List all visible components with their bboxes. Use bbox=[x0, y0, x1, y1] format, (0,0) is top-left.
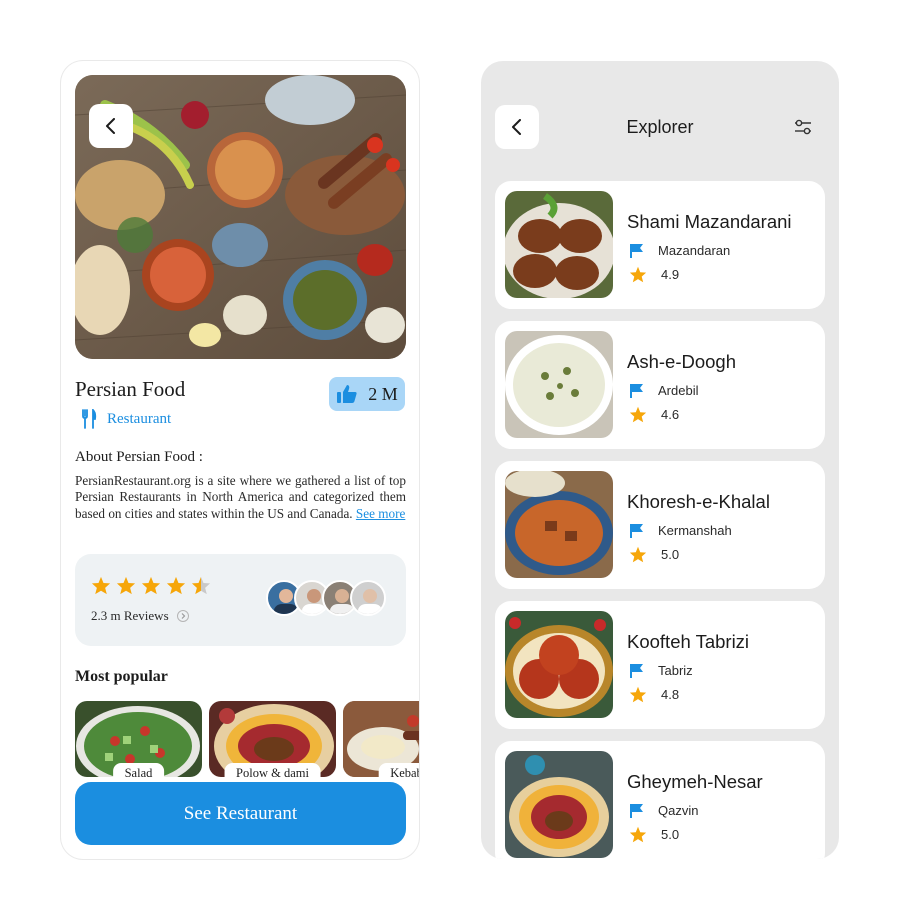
about-text: PersianRestaurant.org is a site where we… bbox=[75, 473, 406, 522]
filter-icon bbox=[795, 119, 811, 135]
dish-region-label: Ardebil bbox=[658, 383, 699, 398]
dish-rating: 5.0 bbox=[629, 546, 679, 563]
dish-image bbox=[505, 331, 613, 438]
dish-rating: 4.6 bbox=[629, 406, 679, 423]
flag-icon bbox=[630, 524, 643, 538]
title-row: Persian Food Restaurant 2 M bbox=[75, 375, 405, 435]
dish-image bbox=[505, 191, 613, 298]
thumbs-up-icon bbox=[337, 385, 357, 403]
avatar bbox=[350, 580, 386, 616]
star-icon bbox=[166, 576, 186, 595]
flag-icon bbox=[630, 244, 643, 258]
dish-region-label: Qazvin bbox=[658, 803, 699, 818]
reviewer-avatars bbox=[266, 580, 386, 618]
star-icon bbox=[629, 546, 647, 563]
reviews-count: 2.3 m Reviews bbox=[91, 608, 169, 623]
dish-rating-value: 5.0 bbox=[661, 827, 680, 842]
about-heading: About Persian Food : bbox=[75, 449, 203, 465]
dish-region: Kermanshah bbox=[629, 523, 732, 538]
dish-card[interactable]: Khoresh-e-Khalal Kermanshah 5.0 bbox=[495, 461, 825, 589]
dish-region: Mazandaran bbox=[629, 243, 730, 258]
hero-image bbox=[75, 75, 406, 359]
dish-rating-value: 5.0 bbox=[661, 547, 680, 562]
dish-rating-value: 4.8 bbox=[661, 687, 680, 702]
dish-region: Tabriz bbox=[629, 663, 693, 678]
popular-item-salad[interactable]: Salad bbox=[75, 701, 202, 777]
dish-region-label: Tabriz bbox=[658, 663, 693, 678]
see-more-link[interactable]: See more bbox=[356, 506, 405, 521]
page-title: Explorer bbox=[626, 117, 694, 137]
dish-name: Koofteh Tabrizi bbox=[627, 631, 750, 652]
dish-region-label: Kermanshah bbox=[658, 523, 732, 538]
star-icon bbox=[116, 576, 136, 595]
star-icon bbox=[629, 406, 647, 423]
flag-icon bbox=[630, 804, 643, 818]
star-icon bbox=[141, 576, 161, 595]
dish-rating-value: 4.9 bbox=[661, 267, 680, 282]
dish-name: Shami Mazandarani bbox=[627, 211, 792, 232]
explorer-screen: Explorer Shami Mazandarani Mazandaran 4.… bbox=[481, 61, 839, 859]
dish-region-label: Mazandaran bbox=[658, 243, 731, 258]
popular-item-label: Polow & dami bbox=[224, 763, 321, 777]
dish-name: Gheymeh-Nesar bbox=[627, 771, 763, 792]
star-icon bbox=[629, 266, 647, 283]
see-restaurant-button[interactable]: See Restaurant bbox=[75, 782, 406, 845]
reviews-card[interactable]: 2.3 m Reviews bbox=[75, 554, 406, 646]
dish-image bbox=[505, 611, 613, 718]
dish-card[interactable]: Gheymeh-Nesar Qazvin 5.0 bbox=[495, 741, 825, 859]
flag-icon bbox=[630, 384, 643, 398]
dish-image bbox=[505, 471, 613, 578]
detail-screen: Persian Food Restaurant 2 M About Persia… bbox=[61, 61, 419, 859]
dish-card[interactable]: Koofteh Tabrizi Tabriz 4.8 bbox=[495, 601, 825, 729]
most-popular-heading: Most popular bbox=[75, 668, 168, 685]
dish-name: Ash-e-Doogh bbox=[627, 351, 737, 372]
dish-rating: 4.8 bbox=[629, 686, 679, 703]
popular-list: Salad Polow & dami Kebab bbox=[75, 701, 419, 785]
dish-region: Qazvin bbox=[629, 803, 698, 818]
star-icon bbox=[91, 576, 111, 595]
dish-region: Ardebil bbox=[629, 383, 698, 398]
star-icon bbox=[629, 686, 647, 703]
back-arrow-icon bbox=[106, 118, 115, 134]
dish-card[interactable]: Shami Mazandarani Mazandaran 4.9 bbox=[495, 181, 825, 309]
dish-rating-value: 4.6 bbox=[661, 407, 680, 422]
flag-icon bbox=[630, 664, 643, 678]
dish-image bbox=[505, 751, 613, 858]
likes-count: 2 M bbox=[368, 383, 398, 404]
star-rating bbox=[91, 576, 211, 595]
popular-item-label: Kebab bbox=[378, 763, 419, 777]
chevron-right-icon bbox=[176, 610, 189, 622]
popular-item-kebab[interactable]: Kebab bbox=[343, 701, 419, 777]
star-icon bbox=[629, 826, 647, 843]
popular-item-label: Salad bbox=[112, 763, 165, 777]
half-star-icon bbox=[191, 576, 211, 595]
back-button[interactable] bbox=[89, 104, 133, 148]
like-button[interactable]: 2 M bbox=[329, 377, 405, 411]
dish-card[interactable]: Ash-e-Doogh Ardebil 4.6 bbox=[495, 321, 825, 449]
filter-button[interactable] bbox=[793, 117, 813, 137]
dish-rating: 4.9 bbox=[629, 266, 679, 283]
category-tag[interactable]: Restaurant bbox=[81, 409, 171, 429]
page-title: Persian Food bbox=[75, 377, 186, 401]
dish-name: Khoresh-e-Khalal bbox=[627, 491, 770, 512]
reviews-link[interactable]: 2.3 m Reviews bbox=[91, 608, 189, 624]
category-label: Restaurant bbox=[107, 410, 172, 427]
popular-item-polow[interactable]: Polow & dami bbox=[209, 701, 336, 777]
fork-knife-icon bbox=[82, 409, 97, 429]
dish-rating: 5.0 bbox=[629, 826, 679, 843]
